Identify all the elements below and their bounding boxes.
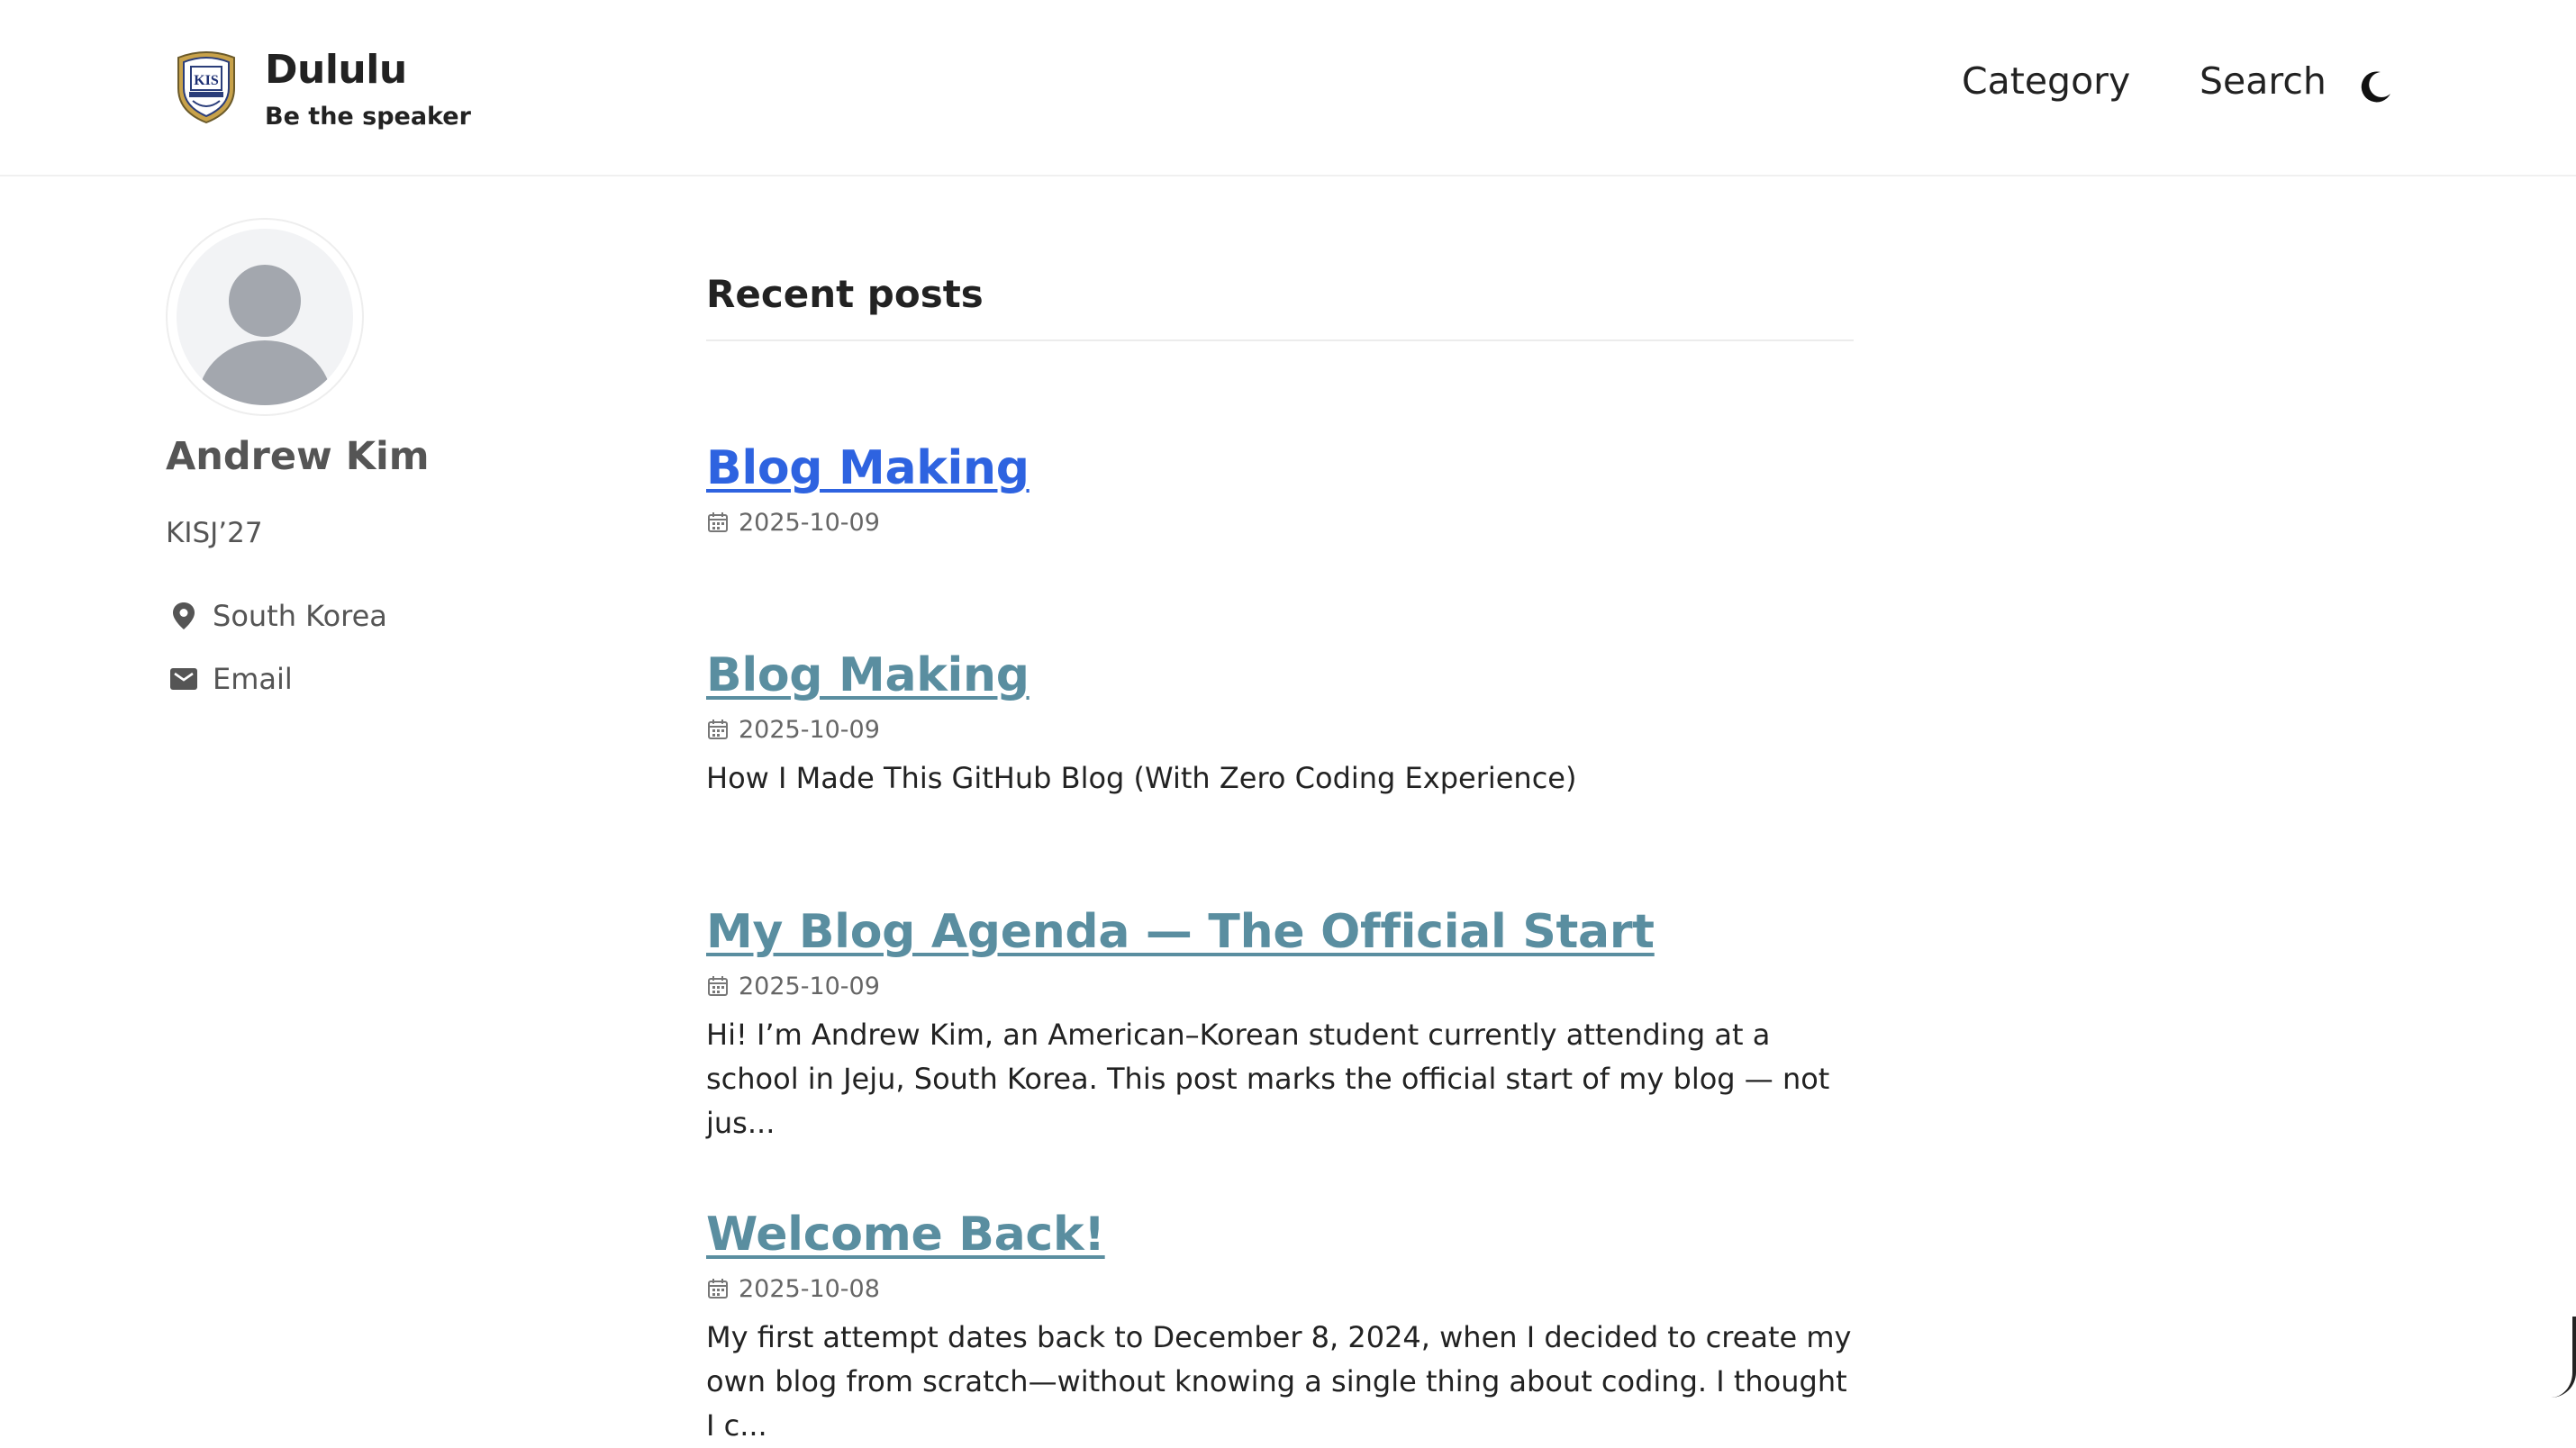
site-logo[interactable]: KIS — [173, 49, 240, 124]
author-name: Andrew Kim — [166, 434, 430, 479]
post-title-link[interactable]: My Blog Agenda — The Official Start — [706, 903, 1854, 961]
post-title-link[interactable]: Blog Making — [706, 647, 1854, 704]
author-email-text: Email — [213, 662, 293, 696]
author-location: South Korea — [168, 596, 387, 636]
author-email-link[interactable]: Email — [168, 659, 293, 699]
post-item: Welcome Back! 2025-10-08 My first attemp… — [706, 1206, 1854, 1448]
title-divider — [706, 339, 1854, 341]
calendar-icon — [706, 718, 730, 741]
post-meta: 2025-10-09 — [706, 711, 1854, 747]
post-item: Blog Making 2025-10-09 How I Made This G… — [706, 647, 1854, 801]
post-date: 2025-10-08 — [739, 1275, 880, 1303]
page-title: Recent posts — [706, 272, 984, 316]
envelope-icon — [168, 663, 200, 695]
svg-text:KIS: KIS — [194, 73, 219, 88]
default-user-icon — [177, 229, 353, 405]
masthead: KIS Dululu Be the speaker Category Searc… — [0, 0, 2576, 176]
avatar — [166, 218, 364, 416]
post-date: 2025-10-09 — [739, 716, 880, 744]
post-meta: 2025-10-09 — [706, 504, 1854, 540]
site-subtitle: Be the speaker — [265, 103, 471, 131]
post-item: My Blog Agenda — The Official Start 2025… — [706, 903, 1854, 1145]
post-excerpt: My first attempt dates back to December … — [706, 1316, 1854, 1448]
post-meta: 2025-10-09 — [706, 968, 1854, 1004]
post-meta: 2025-10-08 — [706, 1271, 1854, 1307]
author-location-text: South Korea — [213, 599, 387, 633]
nav-search-link[interactable]: Search — [2200, 59, 2327, 103]
calendar-icon — [706, 511, 730, 534]
post-excerpt: Hi! I’m Andrew Kim, an American–Korean s… — [706, 1013, 1854, 1145]
post-title-link[interactable]: Blog Making — [706, 439, 1854, 497]
calendar-icon — [706, 974, 730, 998]
map-pin-icon — [168, 600, 200, 632]
site-title[interactable]: Dululu — [265, 47, 407, 93]
moon-icon[interactable] — [2356, 67, 2396, 106]
post-excerpt: How I Made This GitHub Blog (With Zero C… — [706, 756, 1854, 801]
calendar-icon — [706, 1277, 730, 1300]
nav-category-link[interactable]: Category — [1962, 59, 2130, 103]
window-corner — [2551, 1317, 2576, 1398]
author-bio: KISJ’27 — [166, 517, 263, 549]
post-title-link[interactable]: Welcome Back! — [706, 1206, 1854, 1263]
post-item: Blog Making 2025-10-09 — [706, 439, 1854, 540]
post-date: 2025-10-09 — [739, 509, 880, 537]
post-date: 2025-10-09 — [739, 973, 880, 1000]
